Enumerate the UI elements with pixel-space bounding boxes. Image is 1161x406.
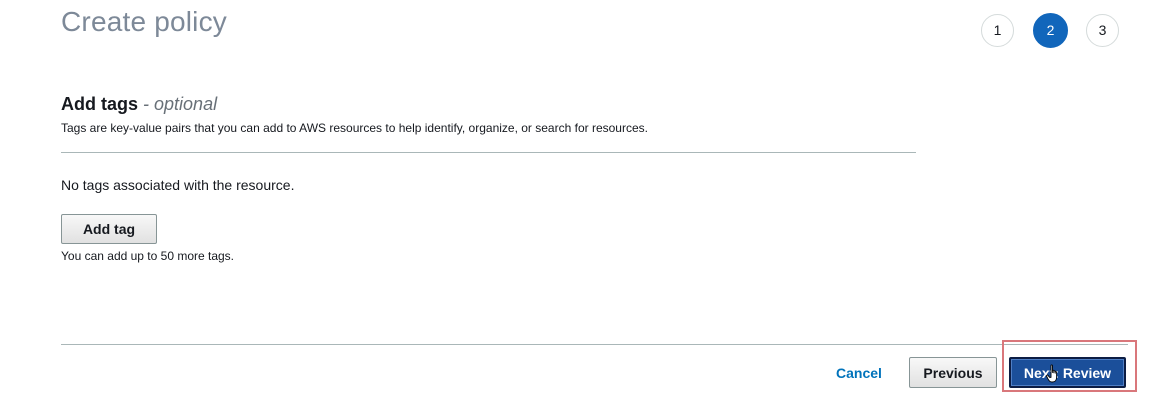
step-3[interactable]: 3 (1086, 14, 1119, 47)
next-review-button[interactable]: Next: Review (1009, 357, 1126, 388)
add-tags-section: Add tags - optional Tags are key-value p… (61, 94, 916, 153)
section-divider (61, 152, 916, 153)
section-heading: Add tags - optional (61, 94, 916, 115)
step-1[interactable]: 1 (981, 14, 1014, 47)
cancel-link[interactable]: Cancel (836, 365, 882, 381)
previous-button[interactable]: Previous (909, 357, 997, 388)
create-policy-page: Create policy 1 2 3 Add tags - optional … (0, 0, 1161, 406)
optional-label: - optional (143, 94, 218, 114)
step-2[interactable]: 2 (1033, 13, 1068, 48)
section-description: Tags are key-value pairs that you can ad… (61, 121, 648, 135)
tag-limit-text: You can add up to 50 more tags. (61, 249, 235, 263)
page-title: Create policy (61, 6, 228, 37)
empty-tags-message: No tags associated with the resource. (61, 177, 295, 193)
footer-divider (61, 344, 1128, 345)
section-heading-label: Add tags (61, 94, 139, 114)
hand-cursor-icon (1046, 364, 1058, 383)
add-tag-button[interactable]: Add tag (61, 214, 157, 244)
